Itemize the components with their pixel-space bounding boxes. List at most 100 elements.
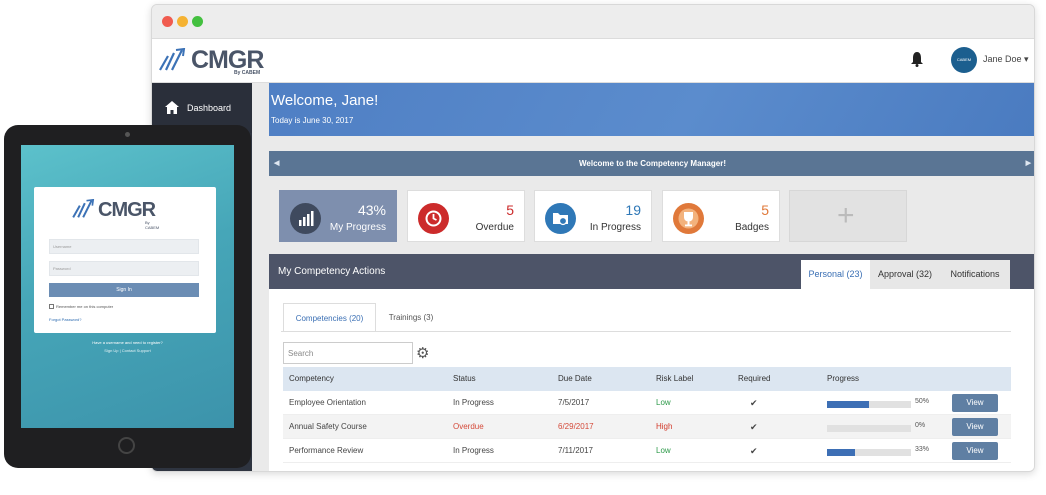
welcome-heading: Welcome, Jane!: [271, 92, 379, 109]
in-progress-card[interactable]: 19 In Progress: [534, 190, 652, 242]
check-icon: ✔: [750, 446, 758, 456]
bell-icon[interactable]: [910, 51, 924, 67]
risk-label: Low: [656, 398, 671, 407]
progress-bar: [827, 401, 911, 408]
card-label: Badges: [735, 222, 769, 233]
password-field[interactable]: Password: [49, 261, 199, 276]
progress-percent: 33%: [915, 446, 930, 453]
column-header[interactable]: Competency: [289, 367, 334, 391]
logo-text: CMGR: [98, 199, 156, 221]
logo-subtext: By CABEM: [234, 70, 261, 76]
card-value: 19: [625, 202, 641, 218]
announcement-text: Welcome to the Competency Manager!: [579, 159, 726, 168]
overdue-card[interactable]: 5 Overdue: [407, 190, 525, 242]
add-widget-button[interactable]: +: [789, 190, 907, 242]
tab-competencies[interactable]: Competencies (20): [283, 303, 376, 332]
user-menu[interactable]: Jane Doe ▾: [983, 54, 1029, 65]
status-text: Overdue: [453, 422, 484, 431]
column-header[interactable]: Required: [738, 367, 770, 391]
badges-card[interactable]: 5 Badges: [662, 190, 780, 242]
competency-name: Performance Review: [289, 446, 364, 455]
clock-icon: [418, 203, 449, 234]
signup-support-links[interactable]: Sign Up | Contact Support: [21, 348, 234, 353]
column-header[interactable]: Risk Label: [656, 367, 693, 391]
carousel-prev-icon[interactable]: ◀: [274, 151, 279, 176]
competency-name: Employee Orientation: [289, 398, 366, 407]
close-window-button[interactable]: [162, 16, 173, 27]
username-field[interactable]: Username: [49, 239, 199, 254]
progress-bar: [827, 449, 911, 456]
checkbox-icon: [49, 304, 54, 310]
table-row[interactable]: Employee Orientation In Progress 7/5/201…: [283, 391, 1011, 415]
competency-name: Annual Safety Course: [289, 422, 367, 431]
due-date: 6/29/2017: [558, 422, 594, 431]
tab-trainings[interactable]: Trainings (3): [376, 303, 446, 332]
app-window: CMGR By CABEM CABEM Jane Doe ▾ Dashboard…: [151, 4, 1035, 472]
tab-personal[interactable]: Personal (23): [801, 260, 870, 289]
competency-actions-header: My Competency Actions Personal (23) Appr…: [269, 254, 1034, 289]
risk-label: Low: [656, 446, 671, 455]
carousel-next-icon[interactable]: ▶: [1026, 151, 1031, 176]
card-value: 43%: [357, 202, 386, 218]
column-header[interactable]: Progress: [827, 367, 859, 391]
sign-in-button[interactable]: Sign In: [49, 283, 199, 297]
maximize-window-button[interactable]: [192, 16, 203, 27]
caret-down-icon: ▾: [1024, 54, 1029, 64]
view-button[interactable]: View: [952, 394, 998, 412]
tab-notifications[interactable]: Notifications: [940, 260, 1010, 289]
sidebar-item-label: Dashboard: [187, 103, 232, 113]
welcome-banner: Welcome, Jane! Today is June 30, 2017: [269, 83, 1034, 136]
top-navbar: CMGR By CABEM CABEM Jane Doe ▾: [152, 39, 1034, 83]
plus-icon: +: [837, 199, 855, 232]
due-date: 7/11/2017: [558, 446, 593, 455]
logo-mark-icon: [72, 198, 95, 218]
search-input[interactable]: Search: [283, 342, 413, 364]
cmgr-logo[interactable]: CMGR By CABEM: [158, 46, 268, 78]
trophy-icon: [673, 203, 704, 234]
progress-percent: 0%: [915, 422, 926, 429]
gear-icon[interactable]: ⚙: [416, 344, 429, 362]
check-icon: ✔: [750, 398, 758, 408]
tab-divider: [281, 331, 1011, 332]
view-button[interactable]: View: [952, 418, 998, 436]
forgot-password-link[interactable]: Forgot Password?: [49, 317, 81, 322]
tablet-login-screen: CMGR By CABEM Username Password Sign In …: [21, 145, 234, 428]
view-button[interactable]: View: [952, 442, 998, 460]
user-name: Jane Doe: [983, 54, 1022, 64]
check-icon: ✔: [750, 422, 758, 432]
remember-me-checkbox[interactable]: Remember me on this computer: [49, 304, 114, 310]
column-header[interactable]: Status: [453, 367, 476, 391]
my-progress-card[interactable]: 43% My Progress: [279, 190, 397, 242]
section-title: My Competency Actions: [278, 266, 386, 277]
card-value: 5: [761, 202, 769, 218]
login-card: CMGR By CABEM Username Password Sign In …: [34, 187, 216, 333]
main-content: Welcome, Jane! Today is June 30, 2017 ◀ …: [252, 83, 1034, 471]
logo-mark-icon: [159, 48, 186, 71]
minimize-window-button[interactable]: [177, 16, 188, 27]
home-button[interactable]: [118, 437, 135, 454]
home-icon: [165, 101, 179, 114]
table-row[interactable]: Performance Review In Progress 7/11/2017…: [283, 439, 1011, 463]
status-text: In Progress: [453, 446, 494, 455]
status-text: In Progress: [453, 398, 494, 407]
remember-label: Remember me on this computer: [56, 304, 114, 309]
column-header[interactable]: Due Date: [558, 367, 592, 391]
card-label: In Progress: [589, 222, 641, 233]
tab-approval[interactable]: Approval (32): [870, 260, 940, 289]
tablet-logo: CMGR By CABEM: [71, 198, 159, 230]
today-date: Today is June 30, 2017: [271, 116, 354, 125]
chart-bars-icon: [290, 203, 321, 234]
progress-bar: [827, 425, 911, 432]
announcement-carousel: ◀ Welcome to the Competency Manager! ▶: [269, 151, 1034, 176]
tab-label: Approval (32): [877, 269, 933, 279]
register-prompt: Have a username and need to register?: [92, 340, 163, 345]
competency-panel: Competencies (20) Trainings (3) Search ⚙…: [269, 289, 1034, 471]
window-titlebar: [152, 5, 1034, 39]
avatar[interactable]: CABEM: [951, 47, 977, 73]
table-row[interactable]: Annual Safety Course Overdue 6/29/2017 H…: [283, 415, 1011, 439]
card-label: My Progress: [329, 222, 386, 233]
camera-icon: [125, 132, 130, 137]
risk-label: High: [656, 422, 673, 431]
logo-subtext: By CABEM: [145, 220, 160, 230]
due-date: 7/5/2017: [558, 398, 590, 407]
